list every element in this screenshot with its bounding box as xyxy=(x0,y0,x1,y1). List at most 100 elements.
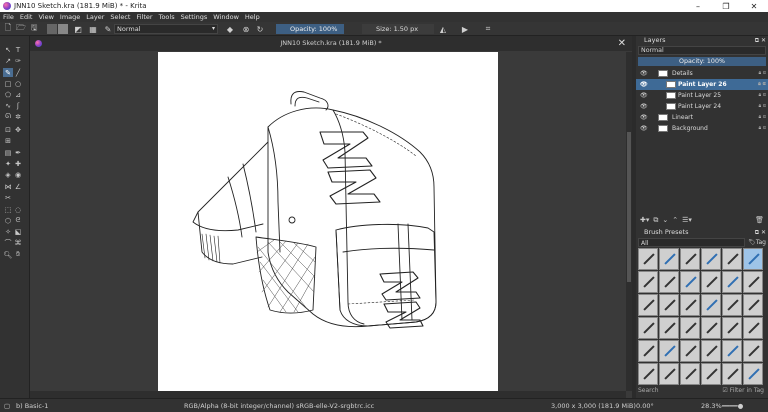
polygon-select-icon[interactable]: ⬡ xyxy=(3,216,13,225)
opacity-slider[interactable]: Opacity: 100% xyxy=(276,24,344,34)
eye-icon[interactable]: 👁︎ xyxy=(640,123,648,134)
brush-preset[interactable] xyxy=(659,248,679,270)
color-picker-icon[interactable]: ✒ xyxy=(13,148,23,157)
open-document-icon[interactable]: 🗁 xyxy=(16,23,26,34)
vertical-scrollbar[interactable] xyxy=(626,52,632,391)
brush-preset[interactable] xyxy=(701,363,721,385)
layer-properties-icon[interactable]: ☰▾ xyxy=(682,216,692,224)
add-layer-icon[interactable]: ✚▾ xyxy=(640,216,649,224)
menu-window[interactable]: Window xyxy=(210,13,242,21)
tag-label[interactable]: Tag xyxy=(756,238,766,247)
brush-tag-select[interactable]: All xyxy=(638,238,746,247)
crop-tool-icon[interactable]: ⊡ xyxy=(3,125,13,134)
layer-row[interactable]: 👁︎ Paint Layer 24 🔒︎ α xyxy=(636,101,768,112)
brush-search-input[interactable]: Search xyxy=(638,387,659,394)
close-document-icon[interactable]: ✕ xyxy=(618,36,626,51)
menu-edit[interactable]: Edit xyxy=(17,13,36,21)
vertical-scroll-thumb[interactable] xyxy=(627,132,631,282)
brush-preset[interactable] xyxy=(638,340,658,362)
rectangle-tool-icon[interactable]: □ xyxy=(3,79,13,88)
brush-preset-icon[interactable]: ▢ xyxy=(4,402,10,410)
layer-row[interactable]: 👁︎ Details 🔒︎ α xyxy=(636,68,768,79)
edit-shapes-icon[interactable]: ↗ xyxy=(3,56,13,65)
freehand-path-icon[interactable]: ʃ xyxy=(13,101,23,110)
layer-flags-icon[interactable]: 🔒︎ α xyxy=(758,68,766,79)
multibrush-icon[interactable]: ✲ xyxy=(13,112,23,121)
rect-select-icon[interactable]: ⬚ xyxy=(3,205,13,214)
brush-preset[interactable] xyxy=(701,248,721,270)
enclose-fill-icon[interactable]: ◉ xyxy=(13,170,23,179)
gradient-icon[interactable] xyxy=(47,24,57,34)
colorize-mask-icon[interactable]: ✦ xyxy=(3,159,13,168)
status-zoom[interactable]: 28.3% xyxy=(701,402,722,410)
bezier-select-icon[interactable]: ⌒ xyxy=(3,238,13,247)
brush-preset[interactable] xyxy=(743,294,763,316)
brush-preset[interactable] xyxy=(701,294,721,316)
color-swap-icon[interactable]: ◩ xyxy=(73,24,83,34)
reload-preset-icon[interactable]: ↻ xyxy=(255,24,265,34)
brush-preset[interactable] xyxy=(722,271,742,293)
layer-blend-select[interactable]: Normal xyxy=(638,46,766,55)
move-layer-up-icon[interactable]: ⌃ xyxy=(672,216,678,224)
brush-settings-icon[interactable]: ▦ xyxy=(88,24,98,34)
brush-preset[interactable] xyxy=(680,363,700,385)
move-layer-down-icon[interactable]: ⌄ xyxy=(662,216,668,224)
pan-tool-icon[interactable]: ✋︎ xyxy=(13,250,23,259)
dynamic-brush-icon[interactable]: ᘏ xyxy=(3,112,13,121)
minimize-button[interactable]: – xyxy=(684,0,712,12)
menu-tools[interactable]: Tools xyxy=(156,13,178,21)
wrap-around-icon[interactable]: ⌗ xyxy=(483,24,493,34)
brush-preset[interactable] xyxy=(638,271,658,293)
eye-icon[interactable]: 👁︎ xyxy=(640,68,648,79)
alpha-lock-icon[interactable]: ⊗ xyxy=(241,24,251,34)
brush-preset[interactable] xyxy=(680,340,700,362)
docker-float-icon[interactable]: ⧉ ✕ xyxy=(755,228,766,237)
brush-preset[interactable] xyxy=(659,294,679,316)
document-tab[interactable]: JNN10 Sketch.kra (181.9 MiB) * ✕ xyxy=(30,36,632,51)
reference-tool-icon[interactable]: ✂ xyxy=(3,193,13,202)
brush-preset[interactable] xyxy=(701,271,721,293)
menu-help[interactable]: Help xyxy=(242,13,263,21)
layer-row[interactable]: 👁︎ Background 🔒︎ α xyxy=(636,123,768,134)
move-tool-icon[interactable]: ✥ xyxy=(13,125,23,134)
select-shapes-icon[interactable]: ↖ xyxy=(3,45,13,54)
smart-patch-icon[interactable]: ✚ xyxy=(13,159,23,168)
gradient-tool-icon[interactable]: ▤ xyxy=(3,148,13,157)
polygon-tool-icon[interactable]: ⬠ xyxy=(3,90,13,99)
eye-icon[interactable]: 👁︎ xyxy=(640,79,648,90)
contiguous-select-icon[interactable]: ✧ xyxy=(3,227,13,236)
brush-preset[interactable] xyxy=(743,271,763,293)
brush-preset[interactable] xyxy=(638,294,658,316)
brush-preset[interactable] xyxy=(659,271,679,293)
brush-preset[interactable] xyxy=(722,248,742,270)
pattern-icon[interactable] xyxy=(58,24,68,34)
brush-preset[interactable] xyxy=(680,248,700,270)
brush-preset[interactable] xyxy=(659,317,679,339)
layer-row[interactable]: 👁︎ Paint Layer 26 🔒︎ α xyxy=(636,79,768,90)
freehand-brush-icon[interactable]: ✎ xyxy=(3,68,13,77)
layer-flags-icon[interactable]: 🔒︎ α xyxy=(758,101,766,112)
brush-preset[interactable] xyxy=(680,271,700,293)
new-document-icon[interactable]: 🗋 xyxy=(3,23,13,34)
filter-in-tag-checkbox[interactable]: ☑ Filter in Tag xyxy=(722,386,764,396)
eraser-icon[interactable]: ◆ xyxy=(225,24,235,34)
mirror-vertical-icon[interactable]: ▶ xyxy=(460,24,470,34)
calligraphy-icon[interactable]: ✑ xyxy=(13,56,23,65)
brush-preset[interactable] xyxy=(680,294,700,316)
maximize-button[interactable]: ❐ xyxy=(712,0,740,12)
brush-preset[interactable] xyxy=(722,340,742,362)
brush-preset[interactable] xyxy=(638,317,658,339)
transform-tool-icon[interactable]: ⊞ xyxy=(3,136,13,145)
menu-view[interactable]: View xyxy=(35,13,56,21)
magnetic-select-icon[interactable]: ⌘ xyxy=(13,238,23,247)
brush-preset[interactable] xyxy=(701,317,721,339)
status-rotation[interactable]: 0.00° xyxy=(636,402,654,410)
brush-preset[interactable] xyxy=(743,248,763,270)
drawing-canvas[interactable] xyxy=(158,52,498,391)
layer-flags-icon[interactable]: 🔒︎ α xyxy=(758,90,766,101)
layer-opacity-slider[interactable]: Opacity: 100% xyxy=(638,57,766,66)
brush-preset[interactable] xyxy=(722,363,742,385)
ellipse-select-icon[interactable]: ◌ xyxy=(13,205,23,214)
fill-tool-icon[interactable]: ◈ xyxy=(3,170,13,179)
measure-tool-icon[interactable]: ∠ xyxy=(13,182,23,191)
